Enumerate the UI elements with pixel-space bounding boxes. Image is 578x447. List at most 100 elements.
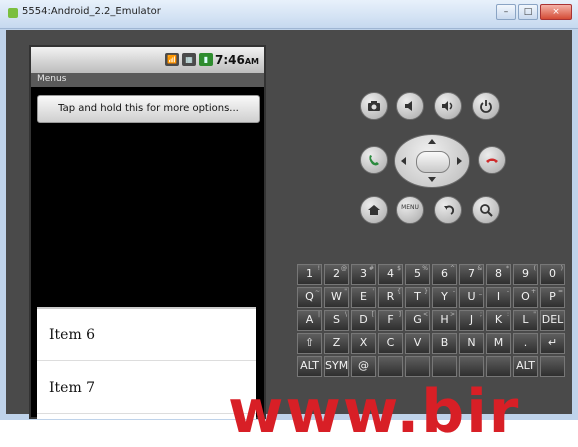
key-sublabel: ] <box>398 311 401 318</box>
window-controls: – □ × <box>496 4 572 20</box>
app-title-bar: Menus <box>31 73 264 87</box>
key-blank-r4c9[interactable] <box>540 356 565 377</box>
key-sym-r4c1[interactable]: SYM <box>324 356 349 377</box>
key-w-r1c1[interactable]: W " <box>324 287 349 308</box>
key-blank-r4c3[interactable] <box>378 356 403 377</box>
key-9-r0c8[interactable]: 9( <box>513 264 538 285</box>
window-title: 5554:Android_2.2_Emulator <box>22 6 161 17</box>
key-5-r0c4[interactable]: 5% <box>405 264 430 285</box>
key-h-r2c5[interactable]: H > <box>432 310 457 331</box>
dpad-center-button[interactable] <box>416 151 450 173</box>
menu-item-6[interactable]: Item 6 <box>37 309 256 361</box>
key-b-r3c5[interactable]: B <box>432 333 457 354</box>
volume-down-button[interactable] <box>396 92 424 120</box>
camera-icon <box>368 101 380 111</box>
key-r-r1c3[interactable]: R{ <box>378 287 403 308</box>
key-m-r3c7[interactable]: M <box>486 333 511 354</box>
key-sublabel: [ <box>371 311 374 318</box>
key-o-r1c8[interactable]: O + <box>513 287 538 308</box>
key-blank-r4c7[interactable] <box>486 356 511 377</box>
key-g-r2c4[interactable]: G < <box>405 310 430 331</box>
key-blank-r4c5[interactable] <box>432 356 457 377</box>
key-q-r1c0[interactable]: Q ~ <box>297 287 322 308</box>
maximize-button[interactable]: □ <box>518 4 538 20</box>
key-sublabel: # <box>368 265 374 272</box>
key-v-r3c4[interactable]: V <box>405 333 430 354</box>
key-@-r4c2[interactable]: @ <box>351 356 376 377</box>
context-menu: Item 6 Item 7 <box>37 307 256 419</box>
menu-button-label: MENU <box>401 204 419 211</box>
key-del-r2c9[interactable]: DEL <box>540 310 565 331</box>
key-a-r2c0[interactable]: A | <box>297 310 322 331</box>
key-↵-r3c9[interactable]: ↵ <box>540 333 565 354</box>
menu-button[interactable]: MENU <box>396 196 424 224</box>
search-button[interactable] <box>472 196 500 224</box>
key-sublabel: ; <box>479 311 482 318</box>
key-1-r0c0[interactable]: 1! <box>297 264 322 285</box>
call-button[interactable] <box>360 146 388 174</box>
key-z-r3c1[interactable]: Z <box>324 333 349 354</box>
network-icon: ▦ <box>182 53 196 66</box>
key-l-r2c8[interactable]: L " <box>513 310 538 331</box>
status-icons: 📶 ▦ ▮ <box>165 53 213 66</box>
android-status-bar: 📶 ▦ ▮ 7:46AM <box>31 47 264 73</box>
key-sublabel: _ <box>479 288 482 295</box>
key-k-r2c7[interactable]: K: <box>486 310 511 331</box>
key-y-r1c5[interactable]: Y- <box>432 287 457 308</box>
close-button[interactable]: × <box>540 4 572 20</box>
key-i-r1c7[interactable]: I- <box>486 287 511 308</box>
key-7-r0c6[interactable]: 7 & <box>459 264 484 285</box>
key-.-r3c8[interactable]: . <box>513 333 538 354</box>
key-c-r3c3[interactable]: C <box>378 333 403 354</box>
key-sublabel: - <box>506 288 509 295</box>
key-alt-r4c8[interactable]: ALT <box>513 356 538 377</box>
window-titlebar[interactable]: 5554:Android_2.2_Emulator – □ × <box>0 0 578 29</box>
key-6-r0c5[interactable]: 6 ^ <box>432 264 457 285</box>
key-f-r2c3[interactable]: F] <box>378 310 403 331</box>
back-button[interactable] <box>434 196 462 224</box>
power-button[interactable] <box>472 92 500 120</box>
key-s-r2c1[interactable]: S \ <box>324 310 349 331</box>
menu-item-7[interactable]: Item 7 <box>37 362 256 414</box>
key-u-r1c6[interactable]: U _ <box>459 287 484 308</box>
key-4-r0c3[interactable]: 4 $ <box>378 264 403 285</box>
volume-down-icon <box>405 101 412 111</box>
status-time-value: 7:46 <box>215 53 245 67</box>
power-icon <box>480 100 492 113</box>
key-sublabel: ) <box>560 265 563 272</box>
directional-pad[interactable] <box>394 134 470 188</box>
watermark: www.bir <box>228 377 521 447</box>
key-3-r0c2[interactable]: 3 # <box>351 264 376 285</box>
key-t-r1c4[interactable]: T} <box>405 287 430 308</box>
key-8-r0c7[interactable]: 8 * <box>486 264 511 285</box>
key-x-r3c2[interactable]: X <box>351 333 376 354</box>
key-sublabel: = <box>557 288 563 295</box>
status-time: 7:46AM <box>215 53 259 67</box>
key-p-r1c9[interactable]: P = <box>540 287 565 308</box>
volume-up-button[interactable] <box>434 92 462 120</box>
key-blank-r4c4[interactable] <box>405 356 430 377</box>
search-icon <box>480 204 493 217</box>
key-e-r1c2[interactable]: E ' <box>351 287 376 308</box>
volume-up-icon <box>442 101 453 111</box>
key-sublabel: ~ <box>314 288 320 295</box>
key-sublabel: " <box>533 311 536 318</box>
key-n-r3c6[interactable]: N <box>459 333 484 354</box>
emulator-window: 5554:Android_2.2_Emulator – □ × 📶 ▦ ▮ 7:… <box>0 0 578 442</box>
end-call-button[interactable] <box>478 146 506 174</box>
key-j-r2c6[interactable]: J; <box>459 310 484 331</box>
key-sublabel: | <box>317 311 320 318</box>
key-d-r2c2[interactable]: D[ <box>351 310 376 331</box>
key-2-r0c1[interactable]: 2 @ <box>324 264 349 285</box>
minimize-button[interactable]: – <box>496 4 516 20</box>
key-alt-r4c0[interactable]: ALT <box>297 356 322 377</box>
key-sublabel: < <box>422 311 428 318</box>
key-⇧-r3c0[interactable]: ⇧ <box>297 333 322 354</box>
home-button[interactable] <box>360 196 388 224</box>
key-sublabel: - <box>452 288 455 295</box>
key-0-r0c9[interactable]: 0) <box>540 264 565 285</box>
key-blank-r4c6[interactable] <box>459 356 484 377</box>
tap-and-hold-button[interactable]: Tap and hold this for more options... <box>37 95 260 123</box>
key-sublabel: " <box>344 288 347 295</box>
camera-button[interactable] <box>360 92 388 120</box>
